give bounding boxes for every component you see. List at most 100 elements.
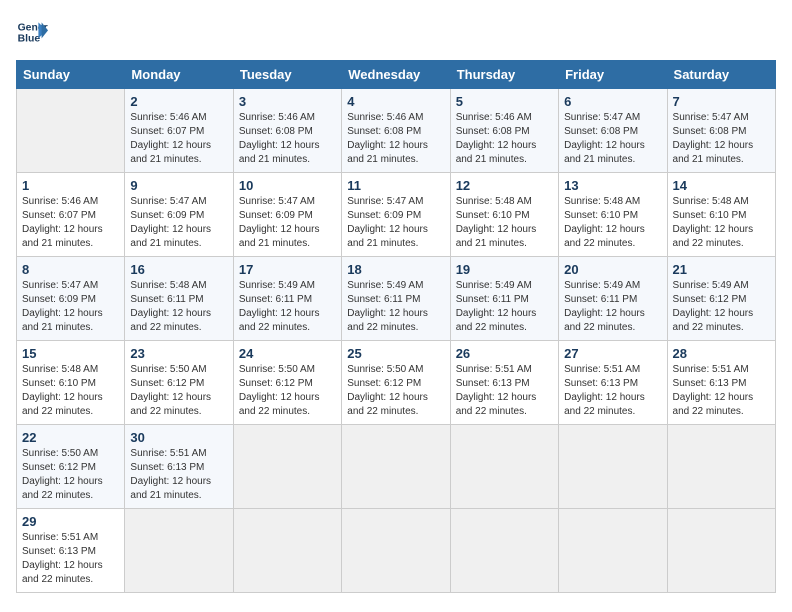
weekday-header-cell: Sunday xyxy=(17,61,125,89)
calendar-cell xyxy=(342,425,450,509)
calendar-cell xyxy=(125,509,233,593)
page-header: General Blue xyxy=(16,16,776,48)
calendar-row: 2Sunrise: 5:46 AMSunset: 6:07 PMDaylight… xyxy=(17,89,776,173)
weekday-header-cell: Thursday xyxy=(450,61,558,89)
day-number: 18 xyxy=(347,262,444,277)
day-detail: Sunrise: 5:49 AMSunset: 6:11 PMDaylight:… xyxy=(456,279,553,335)
day-detail: Sunrise: 5:50 AMSunset: 6:12 PMDaylight:… xyxy=(130,363,227,419)
day-number: 9 xyxy=(130,178,227,193)
svg-text:Blue: Blue xyxy=(18,34,41,45)
logo-icon: General Blue xyxy=(16,16,48,48)
calendar-body: 2 Sunrise: 5:46 AMSunset: 6:07 PMDaylight… xyxy=(17,89,776,593)
calendar-cell: 17Sunrise: 5:49 AMSunset: 6:11 PMDayligh… xyxy=(233,257,341,341)
day-number: 26 xyxy=(456,346,553,361)
calendar-cell: 22Sunrise: 5:50 AMSunset: 6:12 PMDayligh… xyxy=(17,425,125,509)
day-number: 12 xyxy=(456,178,553,193)
calendar-cell: 14 Sunrise: 5:48 AMSunset: 6:10 PMDayligh… xyxy=(667,173,775,257)
calendar-cell xyxy=(667,509,775,593)
day-detail: Sunrise: 5:46 AMSunset: 6:08 PMDaylight:… xyxy=(347,111,444,167)
day-number: 21 xyxy=(673,262,770,277)
day-detail: Sunrise: 5:47 AMSunset: 6:09 PMDaylight:… xyxy=(130,195,227,251)
day-detail: Sunrise: 5:49 AMSunset: 6:11 PMDaylight:… xyxy=(564,279,661,335)
day-detail: Sunrise: 5:51 AMSunset: 6:13 PMDaylight:… xyxy=(564,363,661,419)
calendar-cell: 25 Sunrise: 5:50 AMSunset: 6:12 PMDayligh… xyxy=(342,341,450,425)
day-detail: Sunrise: 5:50 AMSunset: 6:12 PMDaylight:… xyxy=(347,363,444,419)
day-detail: Sunrise: 5:48 AMSunset: 6:10 PMDaylight:… xyxy=(564,195,661,251)
calendar-cell xyxy=(559,425,667,509)
calendar-cell: 24 Sunrise: 5:50 AMSunset: 6:12 PMDayligh… xyxy=(233,341,341,425)
day-detail: Sunrise: 5:47 AMSunset: 6:09 PMDaylight:… xyxy=(22,279,119,335)
day-number: 23 xyxy=(130,346,227,361)
calendar-cell: 11Sunrise: 5:47 AMSunset: 6:09 PMDayligh… xyxy=(342,173,450,257)
day-detail: Sunrise: 5:51 AMSunset: 6:13 PMDaylight:… xyxy=(456,363,553,419)
day-detail: Sunrise: 5:48 AMSunset: 6:10 PMDaylight:… xyxy=(456,195,553,251)
weekday-header-row: SundayMondayTuesdayWednesdayThursdayFrid… xyxy=(17,61,776,89)
calendar-cell: 10 Sunrise: 5:47 AMSunset: 6:09 PMDayligh… xyxy=(233,173,341,257)
day-number: 2 xyxy=(130,94,227,109)
calendar-cell: 15Sunrise: 5:48 AMSunset: 6:10 PMDayligh… xyxy=(17,341,125,425)
day-number: 27 xyxy=(564,346,661,361)
day-number: 29 xyxy=(22,514,119,529)
calendar-cell: 20Sunrise: 5:49 AMSunset: 6:11 PMDayligh… xyxy=(559,257,667,341)
day-number: 30 xyxy=(130,430,227,445)
weekday-header-cell: Tuesday xyxy=(233,61,341,89)
calendar-cell: 5 Sunrise: 5:46 AMSunset: 6:08 PMDaylight… xyxy=(450,89,558,173)
day-number: 16 xyxy=(130,262,227,277)
calendar-cell xyxy=(17,89,125,173)
day-detail: Sunrise: 5:48 AMSunset: 6:11 PMDaylight:… xyxy=(130,279,227,335)
calendar-table: SundayMondayTuesdayWednesdayThursdayFrid… xyxy=(16,60,776,593)
calendar-cell xyxy=(450,425,558,509)
day-number: 11 xyxy=(347,178,444,193)
calendar-cell xyxy=(667,425,775,509)
calendar-cell: 23 Sunrise: 5:50 AMSunset: 6:12 PMDayligh… xyxy=(125,341,233,425)
day-detail: Sunrise: 5:46 AMSunset: 6:08 PMDaylight:… xyxy=(456,111,553,167)
day-number: 10 xyxy=(239,178,336,193)
day-number: 7 xyxy=(673,94,770,109)
calendar-cell: 2Sunrise: 5:46 AMSunset: 6:07 PMDaylight… xyxy=(125,89,233,173)
day-number: 28 xyxy=(673,346,770,361)
day-detail: Sunrise: 5:47 AMSunset: 6:08 PMDaylight:… xyxy=(673,111,770,167)
calendar-row: 15Sunrise: 5:48 AMSunset: 6:10 PMDayligh… xyxy=(17,341,776,425)
day-number: 5 xyxy=(456,94,553,109)
weekday-header-cell: Friday xyxy=(559,61,667,89)
calendar-cell: 9 Sunrise: 5:47 AMSunset: 6:09 PMDaylight… xyxy=(125,173,233,257)
day-detail: Sunrise: 5:51 AMSunset: 6:13 PMDaylight:… xyxy=(130,447,227,503)
day-number: 22 xyxy=(22,430,119,445)
day-number: 24 xyxy=(239,346,336,361)
calendar-row: 29 Sunrise: 5:51 AMSunset: 6:13 PMDayligh… xyxy=(17,509,776,593)
calendar-cell xyxy=(233,425,341,509)
day-detail: Sunrise: 5:51 AMSunset: 6:13 PMDaylight:… xyxy=(22,531,119,587)
calendar-cell: 12 Sunrise: 5:48 AMSunset: 6:10 PMDayligh… xyxy=(450,173,558,257)
day-number: 25 xyxy=(347,346,444,361)
calendar-cell: 28Sunrise: 5:51 AMSunset: 6:13 PMDayligh… xyxy=(667,341,775,425)
calendar-row: 1 Sunrise: 5:46 AMSunset: 6:07 PMDaylight… xyxy=(17,173,776,257)
calendar-cell: 7 Sunrise: 5:47 AMSunset: 6:08 PMDaylight… xyxy=(667,89,775,173)
weekday-header-cell: Saturday xyxy=(667,61,775,89)
calendar-cell: 29 Sunrise: 5:51 AMSunset: 6:13 PMDayligh… xyxy=(17,509,125,593)
day-number: 17 xyxy=(239,262,336,277)
day-number: 14 xyxy=(673,178,770,193)
calendar-cell xyxy=(559,509,667,593)
calendar-row: 22Sunrise: 5:50 AMSunset: 6:12 PMDayligh… xyxy=(17,425,776,509)
calendar-cell: 1 Sunrise: 5:46 AMSunset: 6:07 PMDaylight… xyxy=(17,173,125,257)
calendar-cell xyxy=(450,509,558,593)
day-detail: Sunrise: 5:48 AMSunset: 6:10 PMDaylight:… xyxy=(673,195,770,251)
day-detail: Sunrise: 5:49 AMSunset: 6:11 PMDaylight:… xyxy=(347,279,444,335)
day-detail: Sunrise: 5:46 AMSunset: 6:07 PMDaylight:… xyxy=(22,195,119,251)
day-number: 6 xyxy=(564,94,661,109)
day-number: 4 xyxy=(347,94,444,109)
day-number: 19 xyxy=(456,262,553,277)
day-detail: Sunrise: 5:47 AMSunset: 6:09 PMDaylight:… xyxy=(239,195,336,251)
weekday-header-cell: Wednesday xyxy=(342,61,450,89)
calendar-cell xyxy=(233,509,341,593)
logo: General Blue xyxy=(16,16,48,48)
calendar-cell: 19 Sunrise: 5:49 AMSunset: 6:11 PMDayligh… xyxy=(450,257,558,341)
day-detail: Sunrise: 5:47 AMSunset: 6:08 PMDaylight:… xyxy=(564,111,661,167)
calendar-cell: 6 Sunrise: 5:47 AMSunset: 6:08 PMDaylight… xyxy=(559,89,667,173)
day-number: 1 xyxy=(22,178,119,193)
calendar-cell: 8Sunrise: 5:47 AMSunset: 6:09 PMDaylight… xyxy=(17,257,125,341)
day-detail: Sunrise: 5:50 AMSunset: 6:12 PMDaylight:… xyxy=(239,363,336,419)
calendar-cell: 21Sunrise: 5:49 AMSunset: 6:12 PMDayligh… xyxy=(667,257,775,341)
weekday-header-cell: Monday xyxy=(125,61,233,89)
calendar-cell xyxy=(342,509,450,593)
